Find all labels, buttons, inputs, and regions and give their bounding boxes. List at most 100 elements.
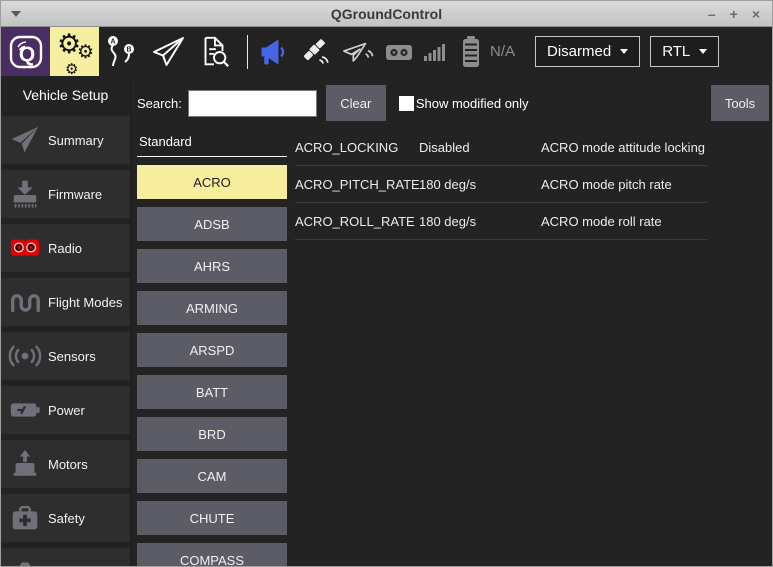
sidebar-item-sensors[interactable]: Sensors: [1, 332, 130, 380]
sidebar-item-label: Power: [48, 403, 85, 418]
satellite-icon: [299, 36, 331, 68]
param-name: ACRO_PITCH_RATE: [295, 177, 419, 192]
paper-plane-icon: [150, 34, 186, 70]
summary-plane-icon: [5, 120, 45, 160]
sidebar-item-radio[interactable]: Radio: [1, 224, 130, 272]
qgc-logo-button[interactable]: Q: [1, 27, 50, 76]
parameter-table: ACRO_LOCKING Disabled ACRO mode attitude…: [295, 129, 707, 566]
motors-icon: [5, 444, 45, 484]
messages-indicator[interactable]: [258, 36, 290, 68]
safety-case-icon: [5, 498, 45, 538]
sidebar-item-firmware[interactable]: Firmware: [1, 170, 130, 218]
sidebar-item-label: Sensors: [48, 349, 96, 364]
sidebar-item-label: Radio: [48, 241, 82, 256]
sidebar-item-summary[interactable]: Summary: [1, 116, 130, 164]
analyze-view-button[interactable]: [191, 27, 237, 76]
plan-view-button[interactable]: A B: [99, 27, 145, 76]
svg-text:Q: Q: [18, 43, 34, 66]
show-modified-checkbox[interactable]: [399, 96, 414, 111]
battery-icon: [461, 36, 481, 68]
rc-rssi-indicator[interactable]: [385, 40, 415, 64]
sidebar-item-label: Summary: [48, 133, 104, 148]
param-value: Disabled: [419, 140, 541, 155]
search-label: Search:: [137, 96, 182, 111]
sidebar-item-power[interactable]: Power: [1, 386, 130, 434]
minimize-button[interactable]: –: [708, 7, 716, 21]
gear-icon: ⚙: [77, 41, 94, 64]
battery-indicator[interactable]: [461, 36, 481, 68]
category-arming[interactable]: ARMING: [137, 291, 287, 325]
qgc-logo-icon: Q: [8, 34, 44, 70]
param-description: ACRO mode attitude locking: [541, 140, 707, 155]
maximize-button[interactable]: +: [730, 7, 738, 21]
megaphone-icon: [258, 36, 290, 68]
close-button[interactable]: ×: [752, 7, 760, 21]
vehicle-setup-tab[interactable]: ⚙ ⚙ ⚙: [50, 27, 99, 76]
fly-view-button[interactable]: [145, 27, 191, 76]
camera-icon: [5, 552, 45, 567]
gps-indicator[interactable]: [299, 36, 331, 68]
telemetry-rssi-indicator[interactable]: [340, 36, 376, 68]
sidebar-item-label: Flight Modes: [48, 295, 122, 310]
category-list: Standard ACRO ADSB AHRS ARMING ARSPD BAT…: [137, 129, 287, 566]
category-brd[interactable]: BRD: [137, 417, 287, 451]
search-input[interactable]: [188, 90, 317, 117]
table-row[interactable]: ACRO_LOCKING Disabled ACRO mode attitude…: [295, 129, 707, 166]
armed-state-label: Disarmed: [547, 43, 611, 60]
sidebar-item-camera[interactable]: Camera: [1, 548, 130, 567]
category-cam[interactable]: CAM: [137, 459, 287, 493]
telemetry-plane-icon: [340, 36, 376, 68]
rc-signal-indicator[interactable]: [424, 42, 446, 62]
search-row: Search: Clear Show modified only Tools: [137, 84, 769, 122]
sidebar-item-label: Safety: [48, 511, 85, 526]
flight-mode-dropdown[interactable]: RTL: [650, 36, 719, 67]
chevron-down-icon: [620, 49, 628, 54]
category-compass[interactable]: COMPASS: [137, 543, 287, 566]
radio-goggles-icon: [5, 228, 45, 268]
param-name: ACRO_ROLL_RATE: [295, 214, 419, 229]
svg-text:A: A: [110, 38, 115, 45]
signal-bars-icon: [424, 42, 446, 62]
gear-icon: ⚙: [65, 60, 78, 78]
param-description: ACRO mode pitch rate: [541, 177, 707, 192]
rc-transmitter-icon: [385, 40, 415, 64]
sidebar-item-label: Firmware: [48, 187, 102, 202]
sidebar-item-motors[interactable]: Motors: [1, 440, 130, 488]
main-toolbar: Q ⚙ ⚙ ⚙ A B: [1, 27, 772, 76]
qgroundcontrol-window: QGroundControl – + × Q ⚙ ⚙ ⚙ A: [0, 0, 773, 567]
flight-mode-label: RTL: [662, 43, 690, 60]
parameter-editor: Search: Clear Show modified only Tools S…: [131, 76, 772, 566]
table-row[interactable]: ACRO_ROLL_RATE 180 deg/s ACRO mode roll …: [295, 203, 707, 240]
param-value: 180 deg/s: [419, 214, 541, 229]
category-chute[interactable]: CHUTE: [137, 501, 287, 535]
sidebar-item-label: Motors: [48, 457, 88, 472]
waypoints-icon: A B: [104, 34, 140, 70]
param-description: ACRO mode roll rate: [541, 214, 707, 229]
vehicle-setup-sidebar: Vehicle Setup Summary: [1, 76, 131, 566]
flight-modes-wave-icon: [5, 282, 45, 322]
show-modified-label: Show modified only: [416, 96, 529, 111]
toolbar-separator: [247, 35, 248, 69]
sensors-icon: [5, 336, 45, 376]
category-group-label: Standard: [137, 129, 287, 157]
param-name: ACRO_LOCKING: [295, 140, 419, 155]
category-batt[interactable]: BATT: [137, 375, 287, 409]
battery-status-text: N/A: [490, 43, 515, 60]
svg-text:B: B: [126, 46, 131, 53]
category-arspd[interactable]: ARSPD: [137, 333, 287, 367]
sidebar-item-safety[interactable]: Safety: [1, 494, 130, 542]
param-value: 180 deg/s: [419, 177, 541, 192]
sidebar-item-flight-modes[interactable]: Flight Modes: [1, 278, 130, 326]
clear-button[interactable]: Clear: [326, 85, 386, 121]
sidebar-title: Vehicle Setup: [1, 87, 130, 103]
category-ahrs[interactable]: AHRS: [137, 249, 287, 283]
tools-button[interactable]: Tools: [711, 85, 769, 121]
category-acro[interactable]: ACRO: [137, 165, 287, 199]
power-battery-icon: [5, 390, 45, 430]
firmware-chip-icon: [5, 174, 45, 214]
armed-state-dropdown[interactable]: Disarmed: [535, 36, 640, 67]
table-row[interactable]: ACRO_PITCH_RATE 180 deg/s ACRO mode pitc…: [295, 166, 707, 203]
document-search-icon: [197, 35, 231, 69]
titlebar: QGroundControl – + ×: [1, 1, 772, 27]
category-adsb[interactable]: ADSB: [137, 207, 287, 241]
